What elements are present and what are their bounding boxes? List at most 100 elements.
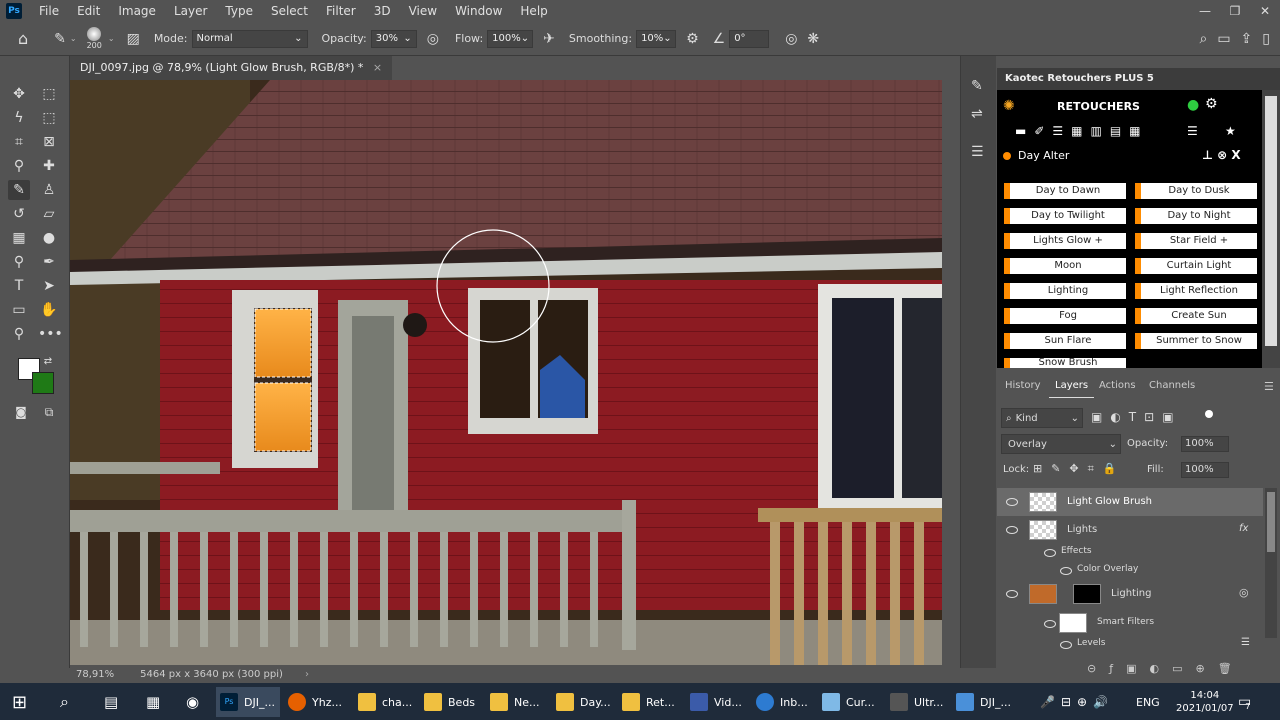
menu-select[interactable]: Select: [262, 4, 317, 18]
layer-row-lighting[interactable]: Lighting ◎: [997, 580, 1263, 608]
brush-tool-icon[interactable]: ✎: [8, 180, 30, 200]
star-icon[interactable]: ★: [1225, 124, 1236, 138]
user-icon[interactable]: ●: [1187, 97, 1199, 113]
btn-star-field[interactable]: Star Field +: [1141, 233, 1257, 249]
menu-icon[interactable]: ☰: [1187, 124, 1198, 138]
layer-opacity-input[interactable]: 100%: [1181, 436, 1229, 452]
background-color-swatch[interactable]: [32, 372, 54, 394]
marquee-tool-icon[interactable]: ⬚: [38, 84, 60, 104]
share-icon[interactable]: ⇪: [1241, 31, 1253, 47]
taskbar-folder-5[interactable]: Ret...: [622, 687, 675, 717]
restore-icon[interactable]: ❐: [1220, 4, 1250, 18]
calculator-icon[interactable]: ▦: [146, 687, 160, 717]
status-expand-icon[interactable]: ›: [305, 669, 309, 680]
filter-kind-select[interactable]: ⌕ Kind ⌄: [1001, 408, 1083, 428]
layers-scrollbar[interactable]: [1265, 488, 1277, 638]
menu-help[interactable]: Help: [511, 4, 556, 18]
search-icon[interactable]: ⌕: [1199, 31, 1207, 47]
lock-icons[interactable]: ⊞✎✥⌗🔒: [1033, 462, 1126, 476]
airbrush-icon[interactable]: ✈: [543, 31, 555, 47]
move-tool-icon[interactable]: ✥: [8, 84, 30, 104]
workspace-icon[interactable]: ▭: [1217, 31, 1230, 47]
document-tab[interactable]: DJI_0097.jpg @ 78,9% (Light Glow Brush, …: [70, 56, 393, 80]
menu-view[interactable]: View: [400, 4, 446, 18]
crop-tool-icon[interactable]: ⌗: [8, 132, 30, 152]
kaotec-panel-tab[interactable]: Kaotec Retouchers PLUS 5: [997, 68, 1280, 90]
quick-mask-icon[interactable]: ◙: [10, 402, 32, 422]
effects-row[interactable]: Effects: [997, 544, 1263, 562]
smart-filters-row[interactable]: Smart Filters: [997, 610, 1263, 638]
btn-day-to-dusk[interactable]: Day to Dusk: [1141, 183, 1257, 199]
menu-image[interactable]: Image: [109, 4, 165, 18]
dropdown-arrow-icon[interactable]: ⌄: [108, 34, 115, 43]
brush-preset-picker[interactable]: 200: [87, 27, 102, 50]
brush-panel-icon[interactable]: ✎: [971, 78, 983, 94]
panel-menu-icon[interactable]: ☰: [1264, 380, 1274, 393]
system-tray-icons[interactable]: 🎤⊟⊕🔊: [1040, 687, 1114, 717]
hand-tool-icon[interactable]: ✋: [38, 300, 60, 320]
zoom-tool-icon[interactable]: ⚲: [8, 324, 30, 344]
adjustments-icon[interactable]: ⇌: [971, 106, 983, 122]
task-view-icon[interactable]: ▤: [104, 687, 118, 717]
dropdown-arrow-icon[interactable]: ⌄: [70, 34, 77, 43]
btn-create-sun[interactable]: Create Sun: [1141, 308, 1257, 324]
clone-stamp-icon[interactable]: ♙: [38, 180, 60, 200]
lasso-tool-icon[interactable]: ϟ: [8, 108, 30, 128]
btn-summer-to-snow[interactable]: Summer to Snow: [1141, 333, 1257, 349]
notifications-icon[interactable]: ▭ 7: [1238, 687, 1251, 717]
visibility-eye-icon[interactable]: [1006, 590, 1018, 598]
eyedropper-icon[interactable]: ⚲: [8, 156, 30, 176]
visibility-eye-icon[interactable]: [1060, 567, 1072, 575]
blur-tool-icon[interactable]: ●: [38, 228, 60, 248]
pressure-opacity-icon[interactable]: ◎: [427, 31, 439, 47]
close-tab-icon[interactable]: ×: [373, 61, 382, 74]
levels-row[interactable]: Levels ☰: [997, 636, 1263, 654]
kaotec-scrollbar[interactable]: [1262, 90, 1280, 368]
screen-mode-icon[interactable]: ⧉: [38, 402, 60, 422]
gradient-tool-icon[interactable]: ▦: [8, 228, 30, 248]
gear-icon[interactable]: ⚙: [1205, 96, 1218, 112]
eraser-icon[interactable]: ▱: [38, 204, 60, 224]
btn-fog[interactable]: Fog: [1010, 308, 1126, 324]
swap-colors-icon[interactable]: ⇄: [42, 352, 54, 372]
smoothing-input[interactable]: 10% ⌄: [636, 29, 677, 48]
panel-toggle-icon[interactable]: ▯: [1262, 31, 1270, 47]
search-icon[interactable]: ⌕: [60, 687, 69, 717]
btn-lighting[interactable]: Lighting: [1010, 283, 1126, 299]
filter-options-icon[interactable]: ☰: [1241, 637, 1250, 648]
visibility-eye-icon[interactable]: [1044, 549, 1056, 557]
minimize-icon[interactable]: —: [1190, 4, 1220, 18]
path-select-icon[interactable]: ➤: [38, 276, 60, 296]
language-indicator[interactable]: ENG: [1136, 687, 1160, 717]
taskbar-mail[interactable]: Inb...: [756, 687, 808, 717]
taskbar-folder-3[interactable]: Ne...: [490, 687, 540, 717]
rectangle-tool-icon[interactable]: ▭: [8, 300, 30, 320]
tab-actions[interactable]: Actions: [1099, 374, 1136, 398]
tab-layers[interactable]: Layers: [1049, 374, 1095, 398]
blend-mode-select[interactable]: Overlay ⌄: [1001, 434, 1121, 454]
menu-filter[interactable]: Filter: [317, 4, 365, 18]
category-icons-row[interactable]: ▬✐☰▦▥▤▦: [1015, 124, 1149, 138]
layer-row-lights[interactable]: Lights fx: [997, 516, 1263, 544]
fill-input[interactable]: 100%: [1181, 462, 1229, 478]
close-icon[interactable]: ✕: [1250, 4, 1280, 18]
symmetry-icon[interactable]: ❋: [807, 31, 819, 47]
color-overlay-row[interactable]: Color Overlay: [997, 562, 1263, 580]
layer-row-light-glow-brush[interactable]: Light Glow Brush: [997, 488, 1263, 516]
healing-brush-icon[interactable]: ✚: [38, 156, 60, 176]
type-tool-icon[interactable]: T: [8, 276, 30, 296]
btn-moon[interactable]: Moon: [1010, 258, 1126, 274]
flow-input[interactable]: 100% ⌄: [487, 29, 534, 48]
pin-close-icons[interactable]: ⊥ ⊗ X: [1202, 148, 1241, 162]
visibility-eye-icon[interactable]: [1044, 620, 1056, 628]
home-icon[interactable]: ⌂: [18, 29, 28, 48]
taskbar-photoshop[interactable]: Ps DJI_...: [216, 687, 280, 717]
document-canvas[interactable]: [70, 80, 942, 665]
btn-day-to-twilight[interactable]: Day to Twilight: [1010, 208, 1126, 224]
btn-sun-flare[interactable]: Sun Flare: [1010, 333, 1126, 349]
taskbar-folder-2[interactable]: Beds: [424, 687, 475, 717]
brush-tool-icon[interactable]: ✎: [54, 31, 66, 47]
tab-channels[interactable]: Channels: [1149, 374, 1195, 398]
taskbar-folder-4[interactable]: Day...: [556, 687, 611, 717]
taskbar-cur[interactable]: Cur...: [822, 687, 875, 717]
